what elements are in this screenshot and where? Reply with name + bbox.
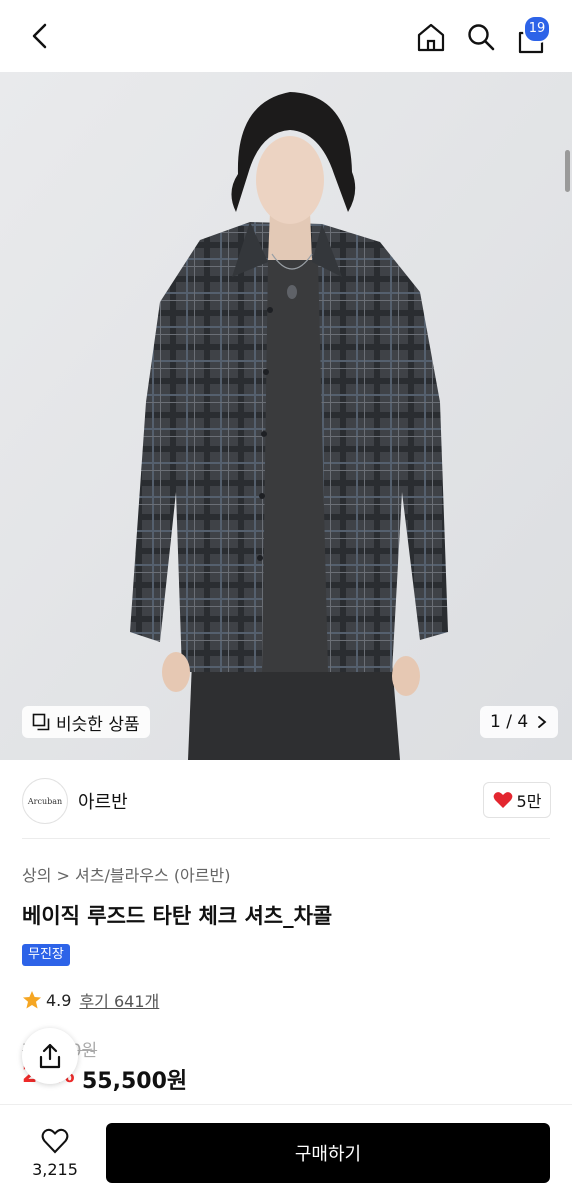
heart-filled-icon [493, 792, 512, 808]
page-indicator: 1 / 4 [490, 712, 529, 732]
brand-name[interactable]: 아르반 [78, 788, 128, 814]
brand-row: Arcuban 아르반 5만 [0, 760, 572, 840]
review-count-link[interactable]: 후기 641개 [79, 988, 159, 1012]
category-breadcrumb[interactable]: 상의 > 셔츠/블라우스 (아르반) [22, 862, 230, 886]
search-button[interactable] [462, 18, 500, 56]
buy-button[interactable]: 구매하기 [106, 1123, 550, 1183]
rating-row: 4.9 후기 641개 [22, 988, 159, 1012]
similar-products-button[interactable]: 비슷한 상품 [22, 706, 150, 738]
heart-outline-icon [41, 1128, 69, 1153]
image-pager[interactable]: 1 / 4 [480, 706, 559, 738]
top-navigation-bar: 19 [0, 0, 572, 72]
wishlist-count: 3,215 [32, 1159, 78, 1179]
brand-like-button[interactable]: 5만 [483, 782, 551, 818]
star-icon [23, 991, 41, 1009]
home-icon [417, 23, 445, 52]
event-tag: 무진장 [22, 944, 70, 966]
divider [22, 838, 550, 839]
similar-items-icon [32, 713, 50, 731]
share-icon [39, 1043, 61, 1069]
chevron-right-icon [538, 716, 547, 728]
brand-logo[interactable]: Arcuban [22, 778, 68, 824]
search-icon [468, 24, 495, 51]
share-button[interactable] [22, 1028, 78, 1084]
rating-score: 4.9 [46, 990, 72, 1010]
back-button[interactable] [22, 18, 58, 54]
home-button[interactable] [412, 18, 450, 56]
bottom-action-bar: 3,215 구매하기 [0, 1104, 572, 1201]
buy-button-label: 구매하기 [294, 1144, 362, 1165]
brand-logo-text: Arcuban [27, 796, 63, 806]
scrollbar[interactable] [564, 72, 572, 760]
product-photo [0, 72, 572, 760]
brand-like-count: 5만 [516, 792, 542, 811]
product-title: 베이직 루즈드 타탄 체크 셔츠_차콜 [22, 904, 333, 928]
product-image-gallery[interactable]: 비슷한 상품 1 / 4 [0, 72, 572, 760]
cart-count-badge: 19 [523, 15, 551, 43]
chevron-left-icon [32, 23, 47, 49]
scrollbar-thumb[interactable] [565, 150, 570, 192]
wishlist-button[interactable]: 3,215 [22, 1121, 88, 1185]
sale-price: 55,500원 [82, 1069, 188, 1094]
similar-products-label: 비슷한 상품 [56, 714, 140, 735]
